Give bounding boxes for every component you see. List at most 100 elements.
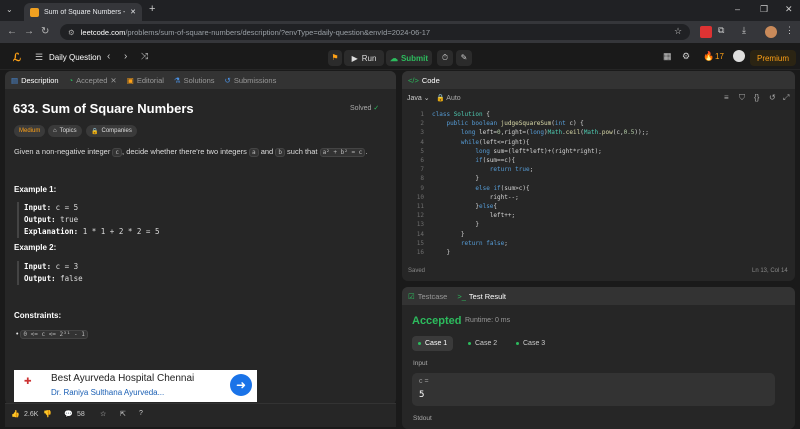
- close-tab-icon[interactable]: ✕: [130, 8, 136, 16]
- browser-tab[interactable]: Sum of Square Numbers - Leet ✕: [24, 3, 142, 21]
- timer-icon[interactable]: ⏱: [437, 50, 453, 66]
- site-info-icon[interactable]: ⚙: [68, 28, 75, 37]
- expand-icon[interactable]: ⤢: [783, 93, 789, 103]
- example-2-heading: Example 2:: [14, 243, 57, 252]
- tab-test-result[interactable]: >_ Test Result: [457, 292, 506, 301]
- line-code: return false;: [460, 239, 508, 247]
- code-line[interactable]: 1 class Solution {: [404, 110, 794, 119]
- output-label: Output:: [24, 274, 56, 283]
- code-line[interactable]: 8 }: [404, 174, 794, 183]
- code-line[interactable]: 13 }: [404, 220, 794, 229]
- code-tab[interactable]: </> Code: [408, 76, 440, 85]
- code-line[interactable]: 6 if(sum==c){: [404, 156, 794, 165]
- code-line[interactable]: 4 while(left<=right){: [404, 138, 794, 147]
- submit-button[interactable]: ☁ Submit: [386, 50, 432, 66]
- reload-icon[interactable]: ↻: [41, 26, 49, 37]
- minimize-button[interactable]: –: [735, 4, 740, 14]
- streak-count[interactable]: 17: [715, 52, 724, 61]
- tab-search-icon[interactable]: ⌄: [6, 5, 13, 14]
- topics-chip[interactable]: ⌂ Topics: [48, 125, 82, 137]
- notes-icon[interactable]: ✎: [456, 50, 472, 66]
- browser-menu-icon[interactable]: ⋮: [785, 25, 794, 36]
- code-line[interactable]: 9 else if(sum>c){: [404, 184, 794, 193]
- companies-label: Companies: [101, 128, 132, 134]
- close-icon[interactable]: ✕: [110, 76, 116, 85]
- share-icon[interactable]: ⇱: [120, 410, 126, 418]
- profile-avatar[interactable]: [765, 26, 777, 38]
- user-avatar[interactable]: [733, 50, 745, 62]
- difficulty-badge[interactable]: Medium: [14, 125, 46, 137]
- case-label: Case 2: [475, 340, 498, 347]
- example-1-heading: Example 1:: [14, 185, 57, 194]
- next-problem-icon[interactable]: ›: [124, 51, 127, 62]
- line-code: class Solution {: [432, 111, 490, 118]
- problem-list-icon[interactable]: ☰: [35, 52, 43, 63]
- url-field[interactable]: ⚙ leetcode.com /problems/sum-of-square-n…: [60, 24, 690, 40]
- line-code: long left=0,right=(long)Math.ceil(Math.p…: [460, 129, 649, 137]
- favorite-star-icon[interactable]: ☆: [100, 410, 106, 418]
- back-icon[interactable]: ←: [7, 26, 17, 37]
- help-icon[interactable]: ?: [139, 410, 143, 417]
- daily-question-label[interactable]: Daily Question: [49, 53, 101, 62]
- like-count[interactable]: 2.6K: [24, 411, 38, 418]
- close-window-button[interactable]: ✕: [785, 4, 793, 15]
- code-line[interactable]: 11 }else{: [404, 202, 794, 211]
- tab-editorial[interactable]: ▣ Editorial: [127, 76, 164, 85]
- tab-accepted[interactable]: ◔ Accepted ✕: [69, 76, 117, 85]
- dislike-icon[interactable]: 👎: [43, 410, 52, 418]
- code-line[interactable]: 2 public boolean judgeSquareSum(int c) {: [404, 119, 794, 128]
- line-number: 8: [420, 175, 424, 183]
- ad-arrow-icon[interactable]: ➜: [230, 374, 252, 396]
- case-tab-3[interactable]: Case 3: [510, 336, 551, 351]
- like-icon[interactable]: 👍: [11, 410, 20, 418]
- bookmark-icon[interactable]: ⛉: [739, 93, 745, 103]
- run-button[interactable]: ▶ Run: [344, 50, 384, 66]
- code-line[interactable]: 14 }: [404, 230, 794, 239]
- shuffle-icon[interactable]: ⤨: [141, 51, 148, 62]
- stdout-label: Stdout: [413, 415, 432, 422]
- settings-gear-icon[interactable]: ⚙: [682, 51, 690, 62]
- tab-solutions[interactable]: ⚗ Solutions: [174, 76, 215, 85]
- code-line[interactable]: 3 long left=0,right=(long)Math.ceil(Math…: [404, 128, 794, 137]
- case-tab-1[interactable]: Case 1: [412, 336, 454, 351]
- tab-testcase[interactable]: ☑ Testcase: [408, 292, 447, 301]
- language-select[interactable]: Java ⌄: [407, 94, 430, 102]
- braces-icon[interactable]: {}: [754, 93, 759, 102]
- prev-problem-icon[interactable]: ‹: [107, 51, 110, 62]
- extensions-puzzle-icon[interactable]: ⧉: [718, 25, 724, 36]
- advertisement-banner[interactable]: ✚ Best Ayurveda Hospital Chennai Dr. Ran…: [14, 370, 257, 402]
- comment-icon[interactable]: 💬: [64, 410, 73, 418]
- result-panel: ☑ Testcase >_ Test Result: [402, 287, 795, 429]
- explanation-value: 1 * 1 + 2 * 2 = 5: [82, 227, 160, 236]
- layout-icon[interactable]: ▦: [663, 51, 672, 62]
- ad-subtitle[interactable]: Dr. Raniya Sulthana Ayurveda...: [51, 388, 164, 397]
- new-tab-button[interactable]: +: [149, 3, 155, 15]
- comment-count[interactable]: 58: [77, 411, 85, 418]
- maximize-button[interactable]: ❐: [760, 4, 768, 15]
- code-line[interactable]: 7 return true;: [404, 165, 794, 174]
- tab-description[interactable]: ▤ Description: [11, 76, 59, 85]
- download-icon[interactable]: ⤓: [742, 25, 746, 36]
- extension-icon[interactable]: [700, 26, 712, 38]
- forward-icon[interactable]: →: [24, 26, 34, 37]
- format-icon[interactable]: ≡: [724, 93, 729, 102]
- case-tab-2[interactable]: Case 2: [462, 336, 503, 351]
- code-line[interactable]: 15 return false;: [404, 239, 794, 248]
- problem-title: 633. Sum of Square Numbers: [13, 101, 194, 116]
- desc-text: Given a non-negative integer: [14, 147, 111, 156]
- autosave-toggle[interactable]: 🔒 Auto: [436, 94, 461, 102]
- ad-title[interactable]: Best Ayurveda Hospital Chennai: [51, 373, 194, 384]
- premium-button[interactable]: Premium: [750, 50, 796, 66]
- tab-submissions[interactable]: ↺ Submissions: [225, 76, 277, 85]
- code-line[interactable]: 12 left++;: [404, 211, 794, 220]
- leetcode-logo-icon[interactable]: ℒ: [13, 51, 21, 64]
- code-line[interactable]: 10 right--;: [404, 193, 794, 202]
- reset-icon[interactable]: ↺: [769, 93, 776, 102]
- bookmark-star-icon[interactable]: ☆: [674, 26, 682, 37]
- input-value: c = 3: [55, 262, 79, 271]
- code-line[interactable]: 5 long sum=(left*left)+(right*right);: [404, 147, 794, 156]
- code-line[interactable]: 16 }: [404, 248, 794, 257]
- debug-icon[interactable]: ⚑: [328, 50, 342, 66]
- companies-chip[interactable]: 🔒 Companies: [86, 125, 137, 137]
- line-number: 15: [416, 239, 424, 247]
